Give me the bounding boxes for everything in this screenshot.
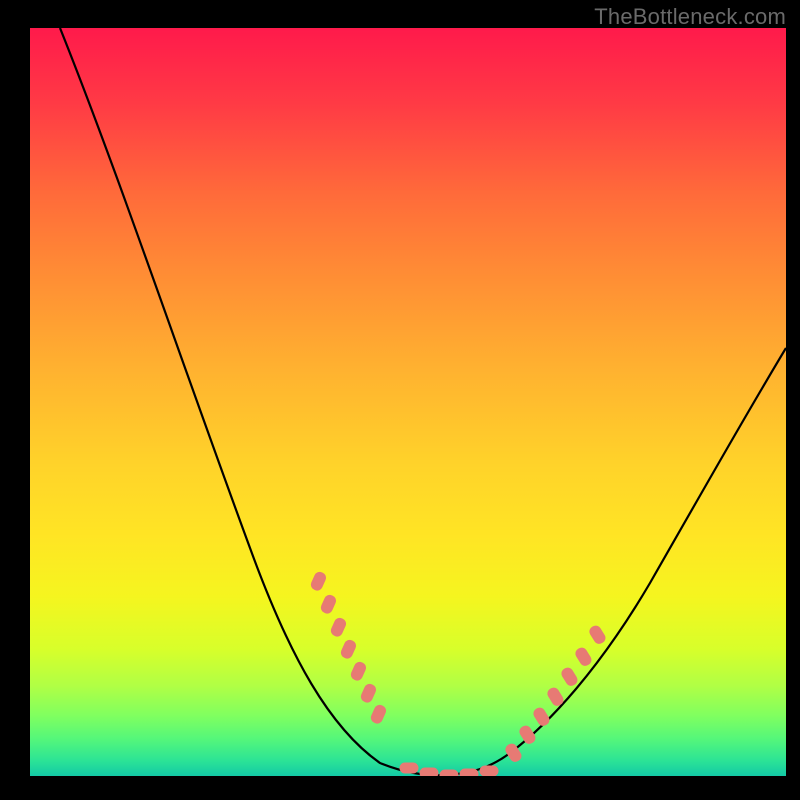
bottleneck-curve [60,28,786,775]
chart-plot-area [30,28,786,776]
curve-markers-right [504,624,607,763]
chart-svg [30,28,786,776]
watermark-text: TheBottleneck.com [594,4,786,30]
chart-frame [8,28,792,792]
